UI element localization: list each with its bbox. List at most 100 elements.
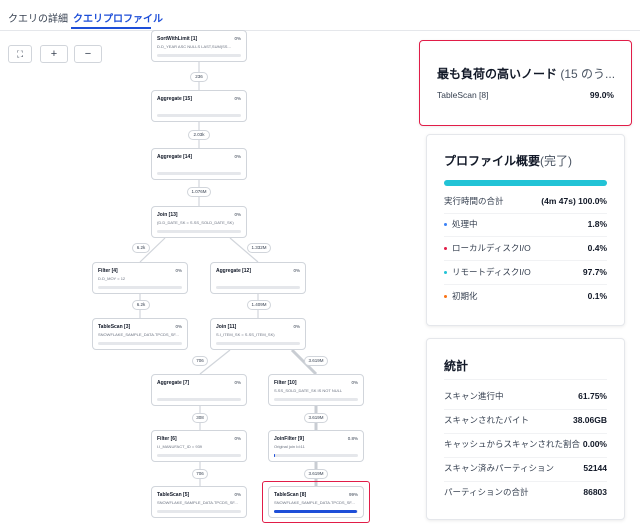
node-title: Filter [4] [98, 268, 118, 274]
node-progress [216, 342, 300, 345]
remote-disk-io-row: リモートディスクI/O 97.7% [444, 266, 607, 278]
stat-value: 52144 [583, 463, 607, 473]
stat-label: パーティションの合計 [444, 487, 529, 497]
node-title: Aggregate [14] [157, 154, 193, 160]
node-progress [157, 54, 241, 57]
processing-label: 処理中 [452, 219, 478, 229]
node-percent: 0% [234, 36, 241, 41]
node-progress [274, 398, 358, 401]
node-detail: D.D_YEAR ASC NULLS LAST,SUM(SS... [157, 44, 231, 49]
node-title: Join [11] [216, 324, 237, 330]
plan-node[interactable]: Aggregate [15] 0% [151, 90, 247, 122]
edge-row-count: 706 [192, 469, 208, 479]
plan-node[interactable]: TableScan [5] 0% SNOWFLAKE_SAMPLE_DATA.T… [151, 486, 247, 518]
divider [444, 213, 607, 214]
heaviest-node-value: 99.0% [589, 90, 614, 100]
heaviest-node-row[interactable]: TableScan [8] 99.0% [437, 90, 614, 100]
stat-value: 0.00% [582, 439, 607, 449]
plan-node[interactable]: Aggregate [7] 0% [151, 374, 247, 406]
stat-value: 86803 [583, 487, 607, 497]
query-profile-graph[interactable]: SortWithLimit [1] 0% D.D_YEAR ASC NULLS … [0, 0, 400, 527]
heaviest-subtitle-text: (15 のう... [560, 67, 616, 81]
divider [444, 481, 607, 482]
stat-row: キャッシュからスキャンされた割合 0.00% [444, 438, 607, 450]
node-progress [157, 114, 241, 117]
stat-row: スキャンされたバイト 38.06GB [444, 414, 607, 426]
node-progress [157, 230, 241, 233]
divider [444, 284, 607, 285]
node-percent: 0% [234, 154, 241, 159]
node-progress [98, 342, 182, 345]
selected-node-highlight [262, 481, 370, 523]
edge-row-count: 236 [190, 72, 208, 82]
local-disk-value: 0.4% [587, 243, 607, 253]
plan-node[interactable]: SortWithLimit [1] 0% D.D_YEAR ASC NULLS … [151, 30, 247, 62]
node-title: TableScan [3] [98, 324, 131, 330]
initialization-row: 初期化 0.1% [444, 290, 607, 302]
local-disk-io-row: ローカルディスクI/O 0.4% [444, 242, 607, 254]
stat-value: 61.75% [578, 391, 607, 401]
node-title: TableScan [5] [157, 492, 190, 498]
node-title: Aggregate [15] [157, 96, 193, 102]
node-percent: 0% [293, 268, 300, 273]
edge-row-count: 3.619M [304, 356, 328, 366]
stat-row: スキャン進行中 61.75% [444, 390, 607, 402]
node-detail: Original join Id:11 [274, 444, 305, 449]
edge-row-count: 6.2k [132, 300, 150, 310]
node-detail: D.D_MOY = 12 [98, 276, 126, 281]
divider [444, 409, 607, 410]
node-percent: 0% [351, 380, 358, 385]
plan-node[interactable]: Join [13] 0% (D.D_DATE_SK = S.SS_SOLD_DA… [151, 206, 247, 238]
heaviest-node-label: TableScan [8] [437, 90, 489, 100]
statistics-card: 統計 スキャン進行中 61.75% スキャンされたバイト 38.06GB キャッ… [426, 338, 625, 520]
edge-row-count: 308 [192, 413, 208, 423]
node-progress [216, 286, 300, 289]
processing-dot-icon [444, 223, 447, 227]
node-detail: S.I_ITEM_SK = S.SS_ITEM_SK) [216, 332, 275, 337]
stat-label: スキャンされたバイト [444, 415, 530, 425]
heaviest-node-title: 最も負荷の高いノード (15 のう... [437, 65, 617, 82]
node-percent: 0% [234, 492, 241, 497]
plan-node[interactable]: Filter [6] 0% I.I_MANUFACT_ID = 939 [151, 430, 247, 462]
node-percent: 0% [175, 324, 182, 329]
plan-node[interactable]: JoinFilter [9] 0.8% Original join Id:11 [268, 430, 364, 462]
node-title: Aggregate [7] [157, 380, 190, 386]
edge-row-count: 6.2k [132, 243, 150, 253]
remote-disk-label: リモートディスクI/O [452, 267, 531, 277]
node-title: SortWithLimit [1] [157, 36, 198, 42]
total-execution-time: (4m 47s) [541, 196, 576, 206]
plan-node[interactable]: Filter [4] 0% D.D_MOY = 12 [92, 262, 188, 294]
node-title: Join [13] [157, 212, 178, 218]
node-detail: I.I_MANUFACT_ID = 939 [157, 444, 203, 449]
heaviest-node-card: 最も負荷の高いノード (15 のう... TableScan [8] 99.0% [419, 40, 632, 126]
plan-node[interactable]: TableScan [3] 0% SNOWFLAKE_SAMPLE_DATA.T… [92, 318, 188, 350]
stat-row: パーティションの合計 86803 [444, 486, 607, 498]
node-progress [157, 510, 241, 513]
processing-row: 処理中 1.8% [444, 218, 607, 230]
node-detail: SNOWFLAKE_SAMPLE_DATA.TPCDS_SF... [98, 332, 179, 337]
divider [444, 457, 607, 458]
heaviest-title-text: 最も負荷の高いノード [437, 67, 558, 81]
plan-node[interactable]: Filter [10] 0% S.SS_SOLD_DATE_SK IS NOT … [268, 374, 364, 406]
node-percent: 0% [293, 324, 300, 329]
processing-value: 1.8% [587, 219, 607, 229]
edge-row-count: 2.03k [188, 130, 210, 140]
initialization-label: 初期化 [452, 291, 478, 301]
edge-row-count: 3.619M [304, 413, 328, 423]
edge-row-count: 1.332M [247, 243, 271, 253]
node-detail: S.SS_SOLD_DATE_SK IS NOT NULL [274, 388, 343, 393]
profile-overview-title: プロファイル概要(完了) [444, 152, 572, 169]
plan-node[interactable]: Aggregate [12] 0% [210, 262, 306, 294]
initialization-dot-icon [444, 295, 447, 299]
plan-node[interactable]: Aggregate [14] 0% [151, 148, 247, 180]
plan-node[interactable]: Join [11] 0% S.I_ITEM_SK = S.SS_ITEM_SK) [210, 318, 306, 350]
node-progress [157, 454, 241, 457]
stat-label: スキャン進行中 [444, 391, 504, 401]
node-detail: SNOWFLAKE_SAMPLE_DATA.TPCDS_SF... [157, 500, 238, 505]
node-title: JoinFilter [9] [274, 436, 305, 442]
statistics-title: 統計 [444, 359, 469, 373]
local-disk-label: ローカルディスクI/O [452, 243, 531, 253]
remote-disk-dot-icon [444, 271, 447, 275]
edge-row-count: 706 [192, 356, 208, 366]
profile-overview-card: プロファイル概要(完了) 実行時間の合計 (4m 47s) 100.0% 処理中… [426, 134, 625, 326]
